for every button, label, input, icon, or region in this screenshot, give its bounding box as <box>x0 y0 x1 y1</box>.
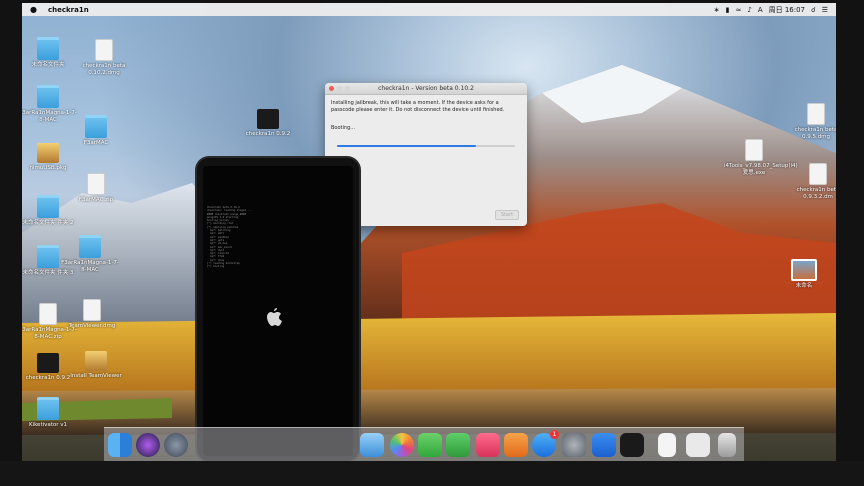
facetime-icon[interactable] <box>446 433 470 457</box>
folder-icon <box>85 115 107 138</box>
desktop-icon[interactable]: checkra1n beta 0.10.2.dmg <box>74 39 134 77</box>
package-icon <box>37 143 59 163</box>
desktop-icon[interactable]: i4Tools_v7.98.07_Setup(i4)爱思.exe <box>724 139 798 177</box>
desktop-icon[interactable]: 未命名文件夹 件夹 2 <box>22 195 78 227</box>
exe-file-icon <box>745 139 763 161</box>
desktop-icon[interactable]: 未命名文件夹 <box>22 37 78 69</box>
input-source-icon[interactable]: A <box>758 6 763 14</box>
zip-file-icon <box>39 303 57 325</box>
disk-image-icon <box>95 39 113 61</box>
disk-image-icon <box>809 163 827 185</box>
battery-icon[interactable]: ▮ <box>726 6 730 14</box>
folder-icon <box>37 195 59 218</box>
app-store-icon[interactable]: 1 <box>532 430 559 457</box>
preview-icon[interactable] <box>686 433 710 457</box>
menu-clock[interactable]: 周日 16:07 <box>769 5 805 15</box>
folder-icon <box>37 397 59 420</box>
spotlight-icon[interactable]: ☌ <box>811 6 816 14</box>
window-titlebar[interactable]: checkra1n - Version beta 0.10.2 <box>325 83 527 95</box>
wallpaper-high-sierra <box>22 65 836 435</box>
desktop-icon[interactable]: 未命名 <box>774 259 834 290</box>
zoom-button[interactable] <box>345 86 350 91</box>
desktop-icon[interactable]: checkra1n beta 0.9.5.dmg <box>786 103 836 141</box>
apple-logo-icon <box>267 308 282 326</box>
document-icon[interactable] <box>658 433 676 457</box>
install-message: Installing jailbreak, this will take a m… <box>331 100 505 113</box>
apple-menu-icon[interactable]: ● <box>30 5 40 14</box>
dock: 1 <box>104 427 744 461</box>
desktop-icon[interactable]: F3arRa1nMagna-1-7-8-MAC.zip <box>22 303 78 341</box>
menu-bar: ● checkra1n ∗ ▮ ≈ ♪ A 周日 16:07 ☌ ☰ <box>22 3 836 16</box>
finder-icon[interactable] <box>108 433 132 457</box>
start-button[interactable]: Start <box>495 210 519 220</box>
siri-icon[interactable] <box>136 433 160 457</box>
wifi-icon[interactable]: ≈ <box>735 6 741 14</box>
progress-bar <box>337 144 515 147</box>
desktop-icon[interactable]: checkra1n beta 0.9.3.2.dm <box>788 163 836 201</box>
folder-icon <box>37 85 59 108</box>
trash-icon[interactable] <box>718 433 736 457</box>
desktop-icon[interactable]: Kiketivator v1 <box>22 397 78 429</box>
xcode-icon[interactable] <box>360 433 384 457</box>
messages-icon[interactable] <box>418 433 442 457</box>
desktop-icon[interactable]: F3arRa1nMagna-1-7-8-MAC <box>60 235 120 274</box>
disk-image-icon <box>83 299 101 321</box>
desktop-icon[interactable]: nimuUSB.pkg <box>22 143 78 172</box>
bluetooth-icon[interactable]: ∗ <box>714 6 720 14</box>
menu-app-name[interactable]: checkra1n <box>48 6 89 14</box>
folder-icon <box>37 245 59 268</box>
app-store-badge: 1 <box>550 430 559 439</box>
launchpad-icon[interactable] <box>164 433 188 457</box>
desktop-icon[interactable]: Install TeamViewer <box>66 351 126 380</box>
checkra1n-app-icon <box>37 353 59 373</box>
window-title: checkra1n - Version beta 0.10.2 <box>378 85 474 92</box>
desktop-screen: ● checkra1n ∗ ▮ ≈ ♪ A 周日 16:07 ☌ ☰ 未命名文件… <box>22 3 836 461</box>
iphone-device: Checkra1n beta 0.10.2 checkra1n: loading… <box>197 158 359 461</box>
notification-center-icon[interactable]: ☰ <box>822 6 828 14</box>
close-button[interactable] <box>329 86 334 91</box>
package-icon <box>85 351 107 371</box>
music-icon[interactable] <box>476 433 500 457</box>
folder-icon <box>37 37 59 60</box>
disk-image-icon <box>807 103 825 125</box>
volume-icon[interactable]: ♪ <box>747 6 751 14</box>
photos-icon[interactable] <box>390 433 414 457</box>
books-icon[interactable] <box>504 433 528 457</box>
desktop-icon[interactable]: checkra1n 0.9.2 <box>238 109 298 138</box>
i4-tools-icon[interactable] <box>592 433 616 457</box>
boot-log: Checkra1n beta 0.10.2 checkra1n: loading… <box>207 206 253 269</box>
monitor-bezel <box>0 461 864 486</box>
phone-screen: Checkra1n beta 0.10.2 checkra1n: loading… <box>203 166 353 456</box>
checkra1n-icon[interactable] <box>620 433 644 457</box>
folder-icon <box>79 235 101 258</box>
zip-file-icon <box>87 173 105 195</box>
minimize-button[interactable] <box>337 86 342 91</box>
checkra1n-app-icon <box>257 109 279 129</box>
image-file-icon <box>791 259 817 281</box>
progress-fill <box>337 144 476 147</box>
status-text: Booting... <box>331 125 356 131</box>
system-preferences-icon[interactable] <box>562 433 586 457</box>
